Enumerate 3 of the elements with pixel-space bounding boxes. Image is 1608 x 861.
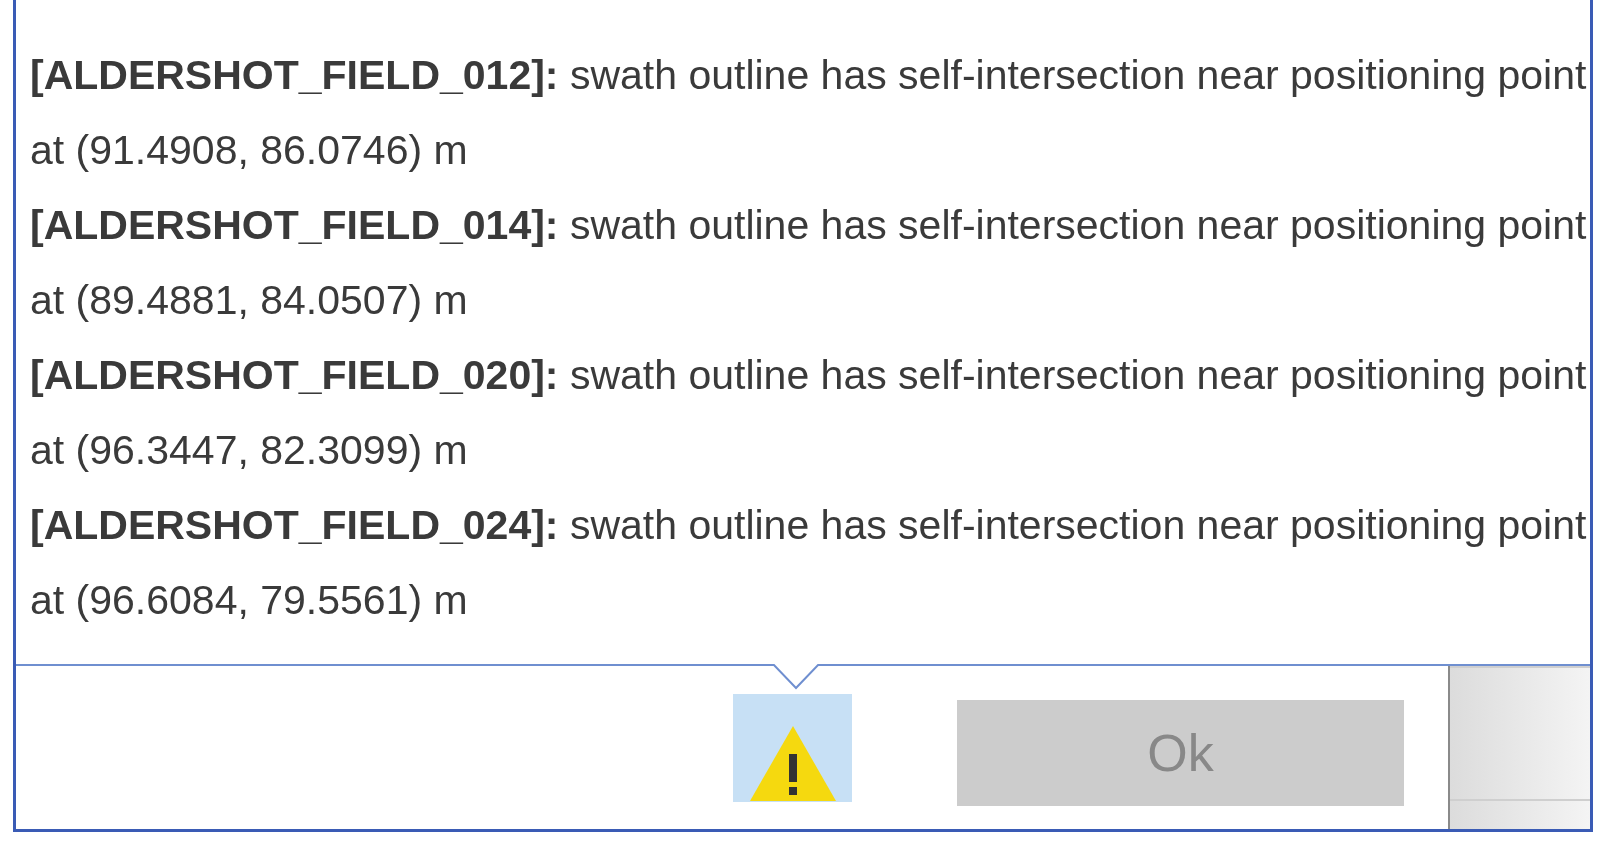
warning-button[interactable] [733, 694, 852, 802]
warning-message: [ALDERSHOT_FIELD_024]: swath outline has self-intersection near positioning point at (96.6084, 79.5561) m [30, 501, 1588, 625]
warning-icon [747, 724, 838, 802]
